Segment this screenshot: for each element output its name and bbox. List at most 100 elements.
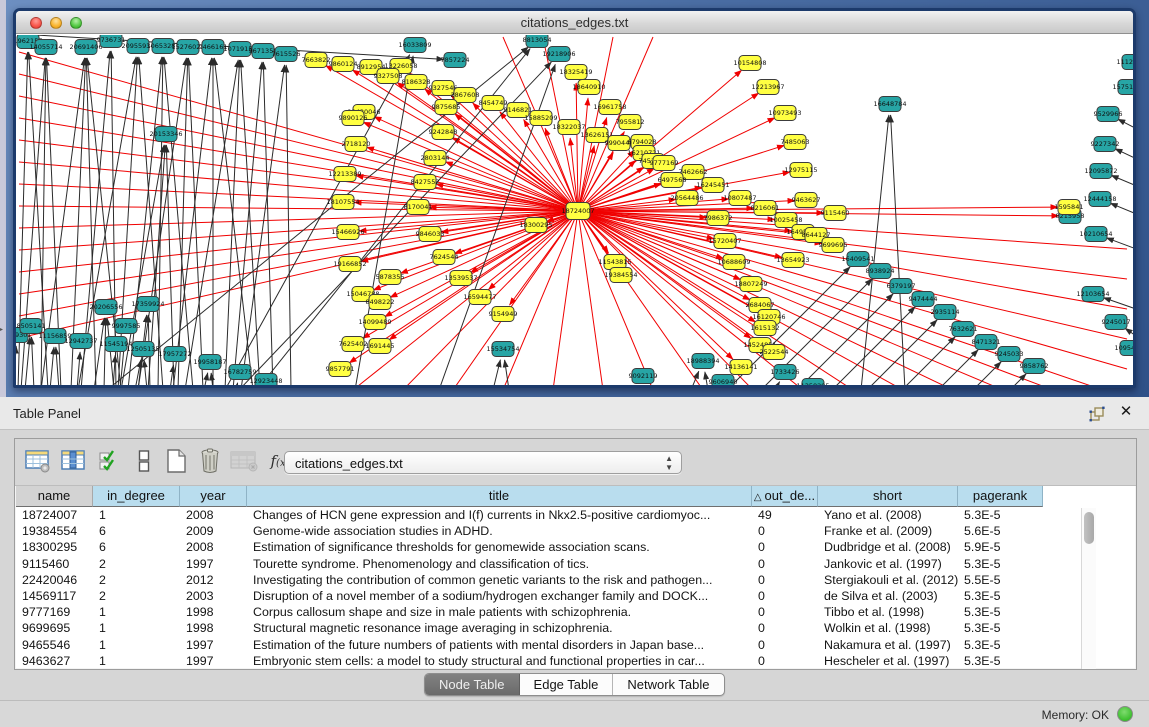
table-row[interactable]: 911546021997Tourette syndrome. Phenomeno… [16, 556, 1066, 572]
column-header-name[interactable]: name [16, 486, 93, 507]
graph-node-label: 10154808 [733, 59, 766, 67]
graph-node-label: 7986372 [704, 214, 733, 222]
table-cell: 0 [752, 637, 818, 653]
column-header-title[interactable]: title [247, 486, 752, 507]
graph-node-label: 11128774 [1116, 58, 1133, 66]
table-cell: Hescheler et al. (1997) [818, 653, 958, 669]
table-cell: 1998 [180, 604, 247, 620]
table-row[interactable]: 946362711997Embryonic stem cells: a mode… [16, 653, 1066, 669]
graph-node-label: 14099489 [358, 318, 391, 326]
graph-node-label: 12444158 [1083, 195, 1116, 203]
graph-node-label: 8505141 [17, 322, 46, 330]
table-cell: 5.3E-5 [958, 507, 1043, 523]
graph-node-label: 8186328 [402, 78, 431, 86]
graph-node-label: 15466926 [331, 228, 364, 236]
graph-node-label: 1595841 [1055, 203, 1084, 211]
graph-node-label: 10025458 [769, 216, 802, 224]
table-cell: 2008 [180, 507, 247, 523]
network-desktop: ▸ citations_edges.txt [0, 0, 1149, 397]
table-cell: 5.3E-5 [958, 637, 1043, 653]
graph-node-label: 1733426 [771, 368, 800, 376]
scrollbar-thumb[interactable] [1084, 512, 1094, 544]
graph-node-label: 9474444 [909, 295, 938, 303]
table-cell: 9463627 [16, 653, 93, 669]
graph-node-label: 19166852 [333, 260, 366, 268]
delete-table-button[interactable] [229, 446, 259, 476]
table-cell: 1997 [180, 653, 247, 669]
graph-node-label: 9245017 [1102, 318, 1131, 326]
table-cell: 18300295 [16, 539, 93, 555]
graph-node-label: 15885209 [524, 114, 557, 122]
graph-node-label: 9146821 [504, 106, 533, 114]
graph-node-label: 8170041 [404, 203, 433, 211]
table-scrollbar[interactable] [1081, 508, 1096, 669]
table-cell: de Silva et al. (2003) [818, 588, 958, 604]
select-rows-button[interactable] [95, 446, 125, 476]
close-panel-icon[interactable]: ✕ [1117, 403, 1135, 421]
table-cell: 9777169 [16, 604, 93, 620]
graph-node-label: 17957272 [158, 350, 191, 358]
graph-node-label: 9327508 [374, 72, 403, 80]
table-cell: 9465546 [16, 637, 93, 653]
table-cell: 2 [93, 556, 180, 572]
new-column-button[interactable] [161, 446, 191, 476]
graph-node-label: 19218906 [542, 50, 575, 58]
select-columns-button[interactable] [59, 446, 89, 476]
column-header-out_de[interactable]: △out_de... [752, 486, 818, 507]
graph-node-label: 7857224 [441, 56, 470, 64]
graph-node-label: 7625402 [339, 340, 368, 348]
graph-node-label: 12923448 [249, 377, 282, 385]
network-canvas[interactable]: 1962157140557142069140697367312095593410… [16, 35, 1133, 388]
tab-edge-table[interactable]: Edge Table [520, 674, 614, 695]
graph-node-label: 15751074 [1112, 83, 1133, 91]
graph-node-label: 9846033 [416, 230, 445, 238]
toggle-rows-button[interactable] [129, 446, 159, 476]
table-row[interactable]: 1456911722003Disruption of a novel membe… [16, 588, 1066, 604]
graph-node-label: 8498222 [366, 298, 395, 306]
column-header-year[interactable]: year [180, 486, 247, 507]
table-row[interactable]: 1938455462009Genome-wide association stu… [16, 523, 1066, 539]
table-cell: Estimation of the future numbers of pati… [247, 637, 752, 653]
table-cell: Nakamura et al. (1997) [818, 637, 958, 653]
table-cell: 2008 [180, 539, 247, 555]
graph-node-label: 7955812 [616, 118, 645, 126]
tab-network-table[interactable]: Network Table [613, 674, 723, 695]
graph-node-label: 2522544 [760, 348, 789, 356]
delete-column-button[interactable] [195, 446, 225, 476]
graph-node-label: 18322037 [552, 123, 585, 131]
tab-node-table[interactable]: Node Table [425, 674, 520, 695]
graph-node-label: 9092119 [629, 372, 658, 380]
graph-node-label: 18107554 [326, 198, 359, 206]
table-selector-dropdown[interactable]: citations_edges.txt ▲▼ [284, 451, 682, 474]
table-row[interactable]: 1872400712008Changes of HCN gene express… [16, 507, 1066, 523]
column-header-pagerank[interactable]: pagerank [958, 486, 1043, 507]
table-cell: 2012 [180, 572, 247, 588]
graph-node-label: 9858762 [1020, 362, 1049, 370]
table-cell: 2009 [180, 523, 247, 539]
table-cell: Dudbridge et al. (2008) [818, 539, 958, 555]
table-cell: 0 [752, 620, 818, 636]
graph-node-label: 9245033 [995, 350, 1024, 358]
float-panel-icon[interactable] [1088, 405, 1106, 423]
table-cell: 0 [752, 572, 818, 588]
table-row[interactable]: 969969511998Structural magnetic resonanc… [16, 620, 1066, 636]
column-header-short[interactable]: short [818, 486, 958, 507]
table-settings-button[interactable] [23, 446, 53, 476]
graph-node-label: 8427552 [411, 178, 440, 186]
table-row[interactable]: 2242004622012Investigating the contribut… [16, 572, 1066, 588]
network-window: citations_edges.txt 19621571405571420691… [13, 8, 1136, 388]
table-row[interactable]: 1830029562008Estimation of significance … [16, 539, 1066, 555]
table-container: f(x) citations_edges.txt ▲▼ namein_degre… [14, 438, 1137, 670]
table-cell: 1 [93, 604, 180, 620]
graph-node-label: 16120746 [752, 313, 785, 321]
table-row[interactable]: 946554611997Estimation of the future num… [16, 637, 1066, 653]
table-cell: 5.9E-5 [958, 539, 1043, 555]
graph-node-label: 16594477 [463, 293, 496, 301]
table-cell: Changes of HCN gene expression and I(f) … [247, 507, 752, 523]
graph-node-label: 20153346 [149, 130, 182, 138]
column-header-in_degree[interactable]: in_degree [93, 486, 180, 507]
graph-node-label: 9115460 [821, 209, 850, 217]
graph-node-label: 8216061 [751, 204, 780, 212]
table-cell: Estimation of significance thresholds fo… [247, 539, 752, 555]
table-row[interactable]: 977716911998Corpus callosum shape and si… [16, 604, 1066, 620]
